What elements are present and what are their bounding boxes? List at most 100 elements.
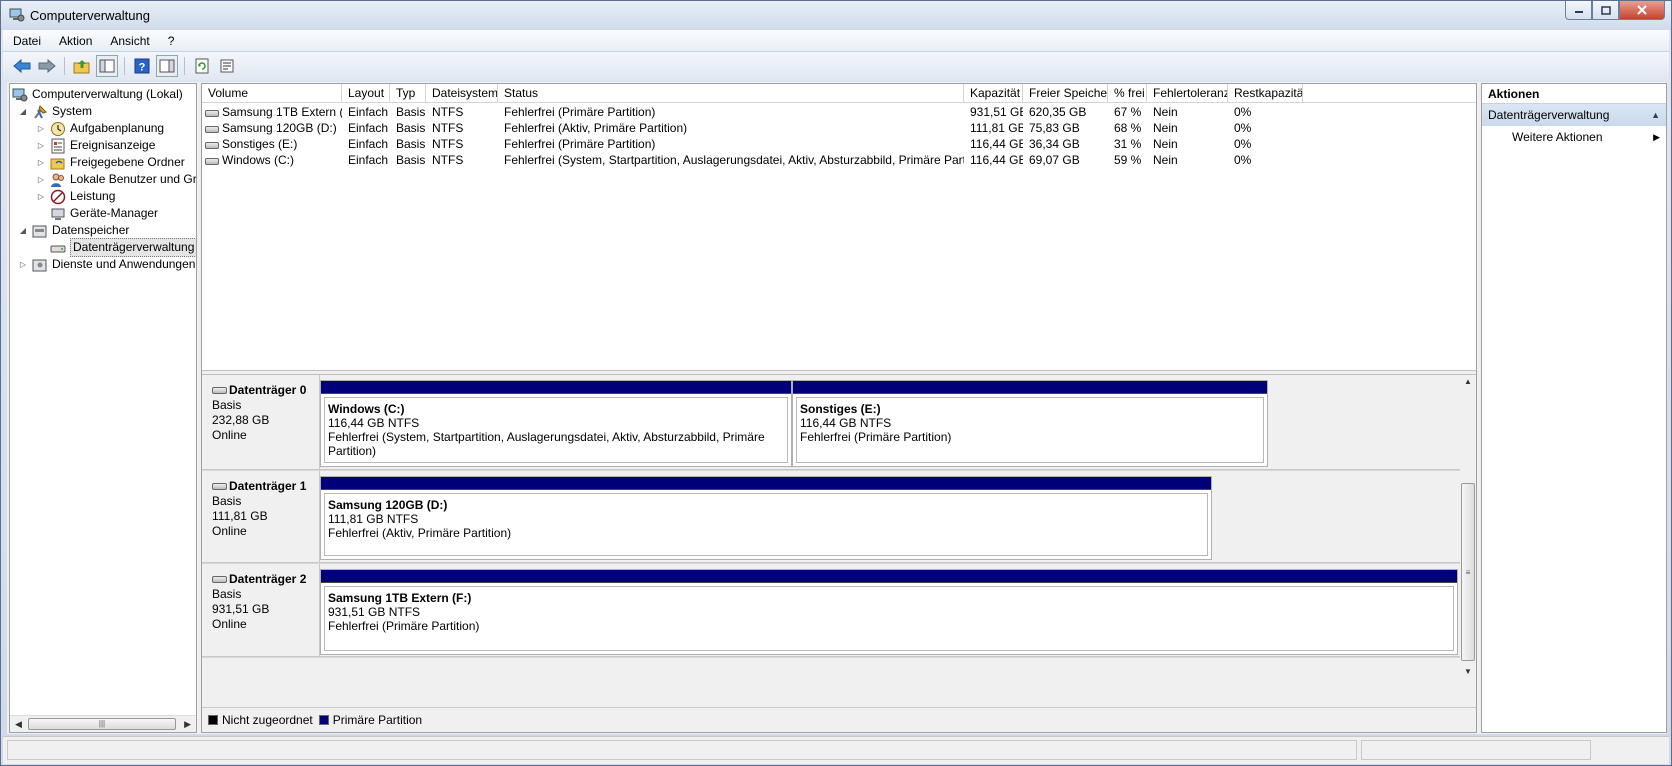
column-header-kapazitaet[interactable]: Kapazität: [964, 84, 1023, 103]
column-header-typ[interactable]: Typ: [390, 84, 426, 103]
scroll-left-icon[interactable]: ◀: [15, 719, 22, 730]
disk-management-panel: Volume Layout Typ Dateisystem Status Kap…: [201, 83, 1477, 733]
forward-button[interactable]: [36, 55, 58, 77]
tree-item-dienste[interactable]: ▷ Dienste und Anwendungen: [18, 256, 195, 273]
menu-aktion[interactable]: Aktion: [51, 30, 100, 52]
disk-icon: [212, 483, 227, 490]
legend-label: Nicht zugeordnet: [222, 713, 313, 727]
properties-button[interactable]: [216, 55, 238, 77]
column-header-volume[interactable]: Volume: [202, 84, 342, 103]
help-button[interactable]: ?: [131, 55, 153, 77]
table-row[interactable]: Samsung 1TB Extern (F:) Einfach Basis NT…: [202, 104, 1476, 120]
column-header-freier-speicher[interactable]: Freier Speicher: [1023, 84, 1108, 103]
tree-item-label: Freigegebene Ordner: [70, 155, 185, 169]
table-row[interactable]: Sonstiges (E:) Einfach Basis NTFS Fehler…: [202, 136, 1476, 152]
expand-icon[interactable]: ▷: [18, 260, 28, 270]
tree-item-geraete-manager[interactable]: Geräte-Manager: [50, 205, 158, 222]
menu-datei[interactable]: Datei: [5, 30, 49, 52]
back-button[interactable]: [11, 55, 33, 77]
tree-item-label: Computerverwaltung (Lokal): [32, 87, 183, 101]
partition-windows-c[interactable]: Windows (C:) 116,44 GB NTFS Fehlerfrei (…: [320, 380, 792, 467]
volume-name: Samsung 1TB Extern (F:): [222, 105, 342, 119]
expand-icon[interactable]: ▷: [36, 192, 46, 202]
refresh-button[interactable]: [191, 55, 213, 77]
expand-icon[interactable]: ▷: [36, 141, 46, 151]
tree-horizontal-scrollbar[interactable]: ◀ ||| ▶: [10, 715, 196, 732]
column-header-prozent-frei[interactable]: % frei: [1108, 84, 1147, 103]
status-bar: [3, 736, 1669, 764]
scroll-right-icon[interactable]: ▶: [184, 719, 191, 730]
expand-icon[interactable]: ▷: [36, 175, 46, 185]
legend-item-primary: Primäre Partition: [318, 713, 422, 727]
disk-size: 232,88 GB: [212, 413, 270, 427]
drive-icon: [205, 126, 219, 133]
partition-sonstiges-e[interactable]: Sonstiges (E:) 116,44 GB NTFS Fehlerfrei…: [792, 380, 1268, 467]
tree-item-system[interactable]: ◢ System: [18, 103, 92, 120]
freier-speicher-cell: 36,34 GB: [1029, 137, 1080, 151]
title-bar[interactable]: Computerverwaltung: [1, 1, 1671, 30]
table-row[interactable]: Windows (C:) Einfach Basis NTFS Fehlerfr…: [202, 152, 1476, 168]
scrollbar-thumb[interactable]: ≡: [1461, 483, 1475, 661]
partition-size: 116,44 GB NTFS: [328, 416, 420, 430]
volume-name: Samsung 120GB (D:): [222, 121, 337, 135]
properties-icon: [220, 59, 234, 73]
actions-section-datentraegerverwaltung[interactable]: Datenträgerverwaltung ▲: [1482, 104, 1666, 126]
tree-item-label: Datenspeicher: [52, 223, 130, 237]
scroll-up-icon[interactable]: ▲: [1464, 377, 1472, 386]
disk-icon: [212, 387, 227, 394]
close-button[interactable]: [1619, 1, 1665, 20]
column-header-layout[interactable]: Layout: [342, 84, 390, 103]
volume-cell: Samsung 1TB Extern (F:): [202, 104, 342, 120]
collapse-section-icon[interactable]: ▲: [1651, 104, 1660, 126]
tree-item-ereignisanzeige[interactable]: ▷ Ereignisanzeige: [36, 137, 155, 154]
legend-swatch: [318, 715, 329, 725]
partition-name: Windows (C:): [328, 402, 405, 416]
tree-item-freigegebene-ordner[interactable]: ▷ Freigegebene Ordner: [36, 154, 185, 171]
action-weitere-aktionen[interactable]: Weitere Aktionen ▶: [1482, 126, 1666, 148]
tree-item-aufgabenplanung[interactable]: ▷ Aufgabenplanung: [36, 120, 164, 137]
tree-item-leistung[interactable]: ▷ Leistung: [36, 188, 115, 205]
partition-samsung-1tb-f[interactable]: Samsung 1TB Extern (F:) 931,51 GB NTFS F…: [320, 569, 1458, 655]
show-hide-tree-button[interactable]: [96, 55, 118, 77]
scroll-down-icon[interactable]: ▼: [1464, 667, 1472, 676]
tree-item-lokale-benutzer[interactable]: ▷ Lokale Benutzer und Gru: [36, 171, 196, 188]
expand-icon[interactable]: ▷: [36, 158, 46, 168]
partition-status: Fehlerfrei (System, Startpartition, Ausl…: [328, 430, 765, 458]
dateisystem-cell: NTFS: [432, 153, 464, 167]
menu-ansicht[interactable]: Ansicht: [102, 30, 157, 52]
disk-type: Basis: [212, 398, 242, 412]
column-header-status[interactable]: Status: [498, 84, 964, 103]
disk-1-label[interactable]: Datenträger 1 Basis 111,81 GB Online: [202, 471, 320, 562]
primary-partition-bar: [321, 570, 1457, 583]
collapse-icon[interactable]: ◢: [18, 107, 28, 117]
expand-icon[interactable]: ▷: [36, 124, 46, 134]
tree-item-computer-management[interactable]: Computerverwaltung (Lokal): [12, 86, 183, 103]
collapse-icon[interactable]: ◢: [18, 226, 28, 236]
status-cell: Fehlerfrei (System, Startpartition, Ausl…: [504, 153, 964, 167]
partition-status: Fehlerfrei (Aktiv, Primäre Partition): [328, 526, 512, 540]
prozent-frei-cell: 59 %: [1114, 153, 1142, 167]
disk-2-label[interactable]: Datenträger 2 Basis 931,51 GB Online: [202, 564, 320, 656]
device-manager-icon: [50, 206, 66, 222]
layout-cell: Einfach: [348, 105, 389, 119]
menu-help[interactable]: ?: [160, 30, 183, 52]
disk-view-vertical-scrollbar[interactable]: ▲ ≡ ▼: [1460, 375, 1476, 678]
column-header-dateisystem[interactable]: Dateisystem: [426, 84, 498, 103]
kapazitaet-cell: 111,81 GB: [970, 121, 1023, 135]
table-row[interactable]: Samsung 120GB (D:) Einfach Basis NTFS Fe…: [202, 120, 1476, 136]
up-folder-button[interactable]: [71, 55, 93, 77]
submenu-arrow-icon: ▶: [1653, 132, 1660, 142]
tree-item-datentraegerverwaltung[interactable]: Datenträgerverwaltung: [50, 238, 196, 257]
help-icon: ?: [134, 58, 150, 74]
disk-0-label[interactable]: Datenträger 0 Basis 232,88 GB Online: [202, 375, 320, 469]
restore-button[interactable]: [1592, 1, 1619, 20]
minimize-button[interactable]: [1565, 1, 1592, 20]
status-cell: Fehlerfrei (Aktiv, Primäre Partition): [504, 121, 688, 135]
tree-item-datenspeicher[interactable]: ◢ Datenspeicher: [18, 222, 129, 239]
column-header-fehlertoleranz[interactable]: Fehlertoleranz: [1147, 84, 1228, 103]
column-header-restkapazitaet[interactable]: Restkapazität: [1228, 84, 1303, 103]
partition-samsung-120gb-d[interactable]: Samsung 120GB (D:) 111,81 GB NTFS Fehler…: [320, 476, 1212, 560]
show-hide-action-button[interactable]: [156, 55, 178, 77]
scrollbar-thumb[interactable]: |||: [28, 718, 176, 730]
tree-item-label: Dienste und Anwendungen: [52, 257, 196, 271]
